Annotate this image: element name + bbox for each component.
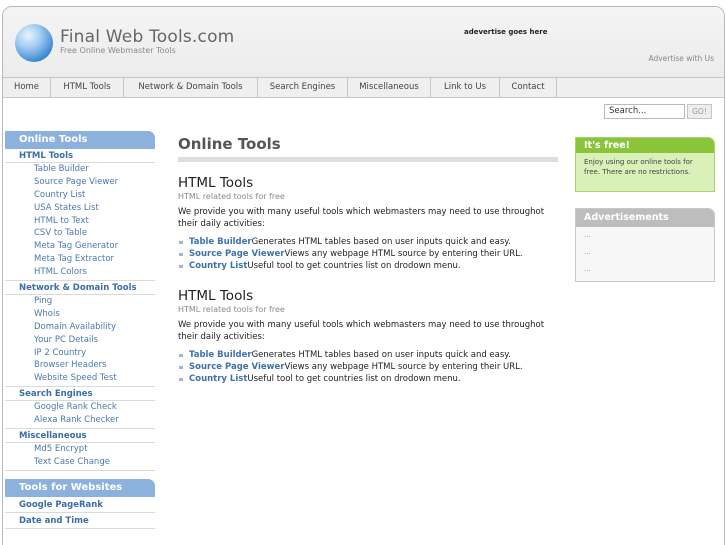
tool-link[interactable]: Table Builder <box>189 237 252 247</box>
advertisements-title: Advertisements <box>576 209 714 227</box>
sidebar-link[interactable]: Whois <box>5 308 155 321</box>
sidebar-item-date-and-time[interactable]: Date and Time <box>5 513 155 529</box>
ad-item[interactable]: ... <box>576 227 714 244</box>
logo-orb-icon[interactable] <box>15 24 53 62</box>
sidebar-link[interactable]: HTML to Text <box>5 215 155 228</box>
sidebar-link[interactable]: Website Speed Test <box>5 372 155 385</box>
search-go-button[interactable]: GO! <box>687 104 712 119</box>
sidebar-category-miscellaneous[interactable]: Miscellaneous <box>5 429 155 444</box>
sidebar-group-miscellaneous: Md5 Encrypt Text Case Change <box>5 443 155 471</box>
tool-description: Useful tool to get countries list on dro… <box>247 261 461 271</box>
list-item: Country ListUseful tool to get countries… <box>178 260 558 272</box>
sidebar-link[interactable]: USA States List <box>5 202 155 215</box>
nav-network-domain-tools[interactable]: Network & Domain Tools <box>124 78 258 97</box>
tool-description: Generates HTML tables based on user inpu… <box>251 237 511 247</box>
sidebar-link[interactable]: Ping <box>5 295 155 308</box>
sidebar-link[interactable]: Meta Tag Extractor <box>5 253 155 266</box>
sidebar-category-html-tools[interactable]: HTML Tools <box>5 149 155 163</box>
sidebar: Online Tools HTML Tools Table Builder So… <box>5 131 155 529</box>
section-title: HTML Tools <box>178 288 254 304</box>
sidebar-group-html-tools: Table Builder Source Page Viewer Country… <box>5 163 155 282</box>
tool-link[interactable]: Table Builder <box>189 350 252 360</box>
section-description: We provide you with many useful tools wh… <box>178 207 545 229</box>
section-description: We provide you with many useful tools wh… <box>178 320 545 342</box>
advertisements-box: Advertisements ... ... ... <box>575 208 715 282</box>
sidebar-heading-online-tools: Online Tools <box>5 131 155 149</box>
list-item: Country ListUseful tool to get countries… <box>178 373 558 385</box>
sidebar-link[interactable]: Alexa Rank Checker <box>5 414 155 427</box>
sidebar-heading-tools-for-websites: Tools for Websites <box>5 478 155 497</box>
list-item: Table BuilderGenerates HTML tables based… <box>178 349 558 361</box>
nav-link-to-us[interactable]: Link to Us <box>431 78 500 97</box>
page-title: Online Tools <box>178 135 281 153</box>
tool-description: Views any webpage HTML source by enterin… <box>284 362 523 372</box>
ad-item[interactable]: ... <box>576 244 714 261</box>
main-nav: Home HTML Tools Network & Domain Tools S… <box>3 77 724 98</box>
nav-contact[interactable]: Contact <box>500 78 557 97</box>
nav-search-engines[interactable]: Search Engines <box>258 78 348 97</box>
tool-link[interactable]: Source Page Viewer <box>189 249 284 259</box>
tool-description: Generates HTML tables based on user inpu… <box>251 350 511 360</box>
sidebar-category-network-domain-tools[interactable]: Network & Domain Tools <box>5 281 155 296</box>
main-content: Online Tools HTML Tools HTML related too… <box>178 135 558 385</box>
sidebar-link[interactable]: Table Builder <box>5 163 155 176</box>
sidebar-group-search-engines: Google Rank Check Alexa Rank Checker <box>5 401 155 430</box>
free-notice-text: Enjoy using our online tools for free. T… <box>584 158 693 176</box>
list-item: Table BuilderGenerates HTML tables based… <box>178 236 558 248</box>
tool-link[interactable]: Country List <box>189 261 247 271</box>
right-column: It's free! Enjoy using our online tools … <box>575 137 715 282</box>
sidebar-link[interactable]: Domain Availability <box>5 321 155 334</box>
tool-description: Useful tool to get countries list on dro… <box>247 374 461 384</box>
sidebar-category-search-engines[interactable]: Search Engines <box>5 387 155 402</box>
nav-miscellaneous[interactable]: Miscellaneous <box>348 78 431 97</box>
site-title[interactable]: Final Web Tools.com <box>60 27 234 47</box>
tools-section: HTML Tools HTML related tools for free W… <box>178 175 558 272</box>
tools-section: HTML Tools HTML related tools for free W… <box>178 288 558 385</box>
tool-description: Views any webpage HTML source by enterin… <box>284 249 523 259</box>
sidebar-link[interactable]: Source Page Viewer <box>5 176 155 189</box>
list-item: Source Page ViewerViews any webpage HTML… <box>178 361 558 373</box>
sidebar-link[interactable]: Google Rank Check <box>5 401 155 414</box>
header-ad-text: adevertise goes here <box>464 28 548 36</box>
nav-html-tools[interactable]: HTML Tools <box>51 78 124 97</box>
title-divider <box>178 157 558 162</box>
sidebar-group-network-domain-tools: Ping Whois Domain Availability Your PC D… <box>5 295 155 388</box>
tool-link[interactable]: Country List <box>189 374 247 384</box>
sidebar-link[interactable]: Country List <box>5 189 155 202</box>
site-tagline: Free Online Webmaster Tools <box>60 46 176 55</box>
section-subtitle: HTML related tools for free <box>178 192 285 201</box>
sidebar-link[interactable]: HTML Colors <box>5 266 155 279</box>
sidebar-link[interactable]: IP 2 Country <box>5 347 155 360</box>
free-notice-title: It's free! <box>576 138 714 153</box>
section-subtitle: HTML related tools for free <box>178 305 285 314</box>
site-header: Final Web Tools.com Free Online Webmaste… <box>3 7 724 77</box>
free-notice-box: It's free! Enjoy using our online tools … <box>575 137 715 192</box>
sidebar-link[interactable]: Text Case Change <box>5 456 155 469</box>
sidebar-link[interactable]: Browser Headers <box>5 359 155 372</box>
page-frame: Final Web Tools.com Free Online Webmaste… <box>2 6 725 545</box>
list-item: Source Page ViewerViews any webpage HTML… <box>178 248 558 260</box>
search-input[interactable]: Search... <box>604 104 685 119</box>
sidebar-link[interactable]: Your PC Details <box>5 334 155 347</box>
sidebar-link[interactable]: CSV to Table <box>5 227 155 240</box>
ad-item[interactable]: ... <box>576 261 714 278</box>
sidebar-link[interactable]: Meta Tag Generator <box>5 240 155 253</box>
advertise-link[interactable]: Advertise with Us <box>648 54 714 63</box>
tool-list: Table BuilderGenerates HTML tables based… <box>178 349 558 385</box>
sidebar-link[interactable]: Md5 Encrypt <box>5 443 155 456</box>
tool-link[interactable]: Source Page Viewer <box>189 362 284 372</box>
nav-home[interactable]: Home <box>3 78 51 97</box>
section-title: HTML Tools <box>178 175 254 191</box>
sidebar-item-google-pagerank[interactable]: Google PageRank <box>5 497 155 513</box>
tool-list: Table BuilderGenerates HTML tables based… <box>178 236 558 272</box>
